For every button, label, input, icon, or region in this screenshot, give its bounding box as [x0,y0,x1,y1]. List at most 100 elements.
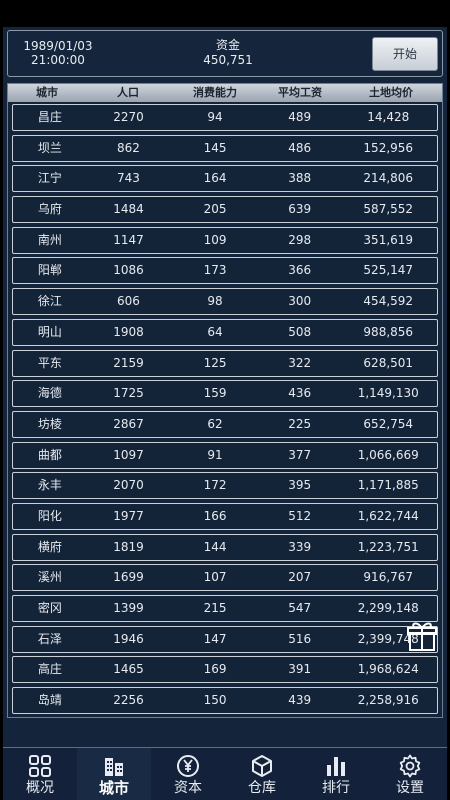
bottom-nav: 概况 城市 资本 仓库 排行 设置 [3,747,447,800]
table-row[interactable]: 密冈 1399 215 547 2,299,148 [12,595,438,622]
table-body: 昌庄 2270 94 489 14,428 坝兰 862 145 486 152,956 江宁 743… [12,104,438,718]
cell-land-price: 1,171,885 [357,478,419,493]
table-row[interactable]: 徐江 606 98 300 454,592 [12,288,438,316]
table-row[interactable]: 阳化 1977 166 512 1,622,744 [12,502,438,530]
column-header-avg-wage[interactable]: 平均工资 [260,84,340,102]
city-table: 城市 人口 消费能力 平均工资 土地均价 昌庄 2270 94 489 14,428 坝兰… [7,83,443,718]
table-row[interactable]: 昌庄 2270 94 489 14,428 [12,104,438,131]
nav-city[interactable]: 城市 [77,748,151,800]
cell-city-name: 横府 [37,539,62,554]
table-row[interactable]: 海德 1725 159 436 1,149,130 [12,380,438,408]
cell-population: 743 [117,171,140,186]
cell-city-name: 高庄 [37,662,62,677]
cell-consumption: 172 [203,478,227,493]
table-row[interactable]: 阳郸 1086 173 366 525,147 [12,257,438,285]
nav-warehouse[interactable]: 仓库 [225,748,299,800]
table-row[interactable]: 明山 1908 64 508 988,856 [12,318,438,346]
nav-ranking-label: 排行 [322,780,350,796]
cell-population: 1946 [113,631,144,646]
table-row[interactable]: 坝兰 862 145 486 152,956 [12,134,438,162]
table-row[interactable]: 岛靖 2256 150 439 2,258,916 [12,687,438,715]
column-header-population[interactable]: 人口 [86,84,170,102]
cell-population: 1819 [113,539,144,554]
cell-city-name: 平东 [37,355,62,370]
cell-land-price: 2,258,916 [357,693,419,708]
cell-population: 2256 [113,693,144,708]
cell-city-name: 永丰 [37,478,62,493]
table-row[interactable]: 乌府 1484 205 639 587,552 [12,196,438,224]
gift-icon[interactable] [405,619,439,653]
nav-capital-label: 资本 [174,780,202,796]
cell-city-name: 阳郸 [37,263,62,278]
cell-city-name: 岛靖 [37,693,62,708]
cell-population: 862 [117,140,140,155]
table-row[interactable]: 江宁 743 164 388 214,806 [12,165,438,193]
start-button[interactable]: 开始 [372,37,438,71]
nav-ranking[interactable]: 排行 [299,748,373,800]
cell-population: 2070 [113,478,144,493]
nav-overview-label: 概况 [26,780,54,796]
cell-population: 1147 [113,232,144,247]
cell-city-name: 密冈 [37,601,62,615]
cell-land-price: 525,147 [363,263,414,278]
fund-value: 450,751 [203,53,253,67]
app-screen: 1989/01/03 21:00:00 资金 450,751 开始 城市 人口 … [3,27,447,800]
cell-city-name: 坝兰 [37,140,62,155]
column-header-land-price[interactable]: 土地均价 [340,84,442,102]
cell-city-name: 阳化 [37,508,62,523]
cell-consumption: 159 [203,386,227,401]
table-row[interactable]: 高庄 1465 169 391 1,968,624 [12,656,438,684]
nav-capital[interactable]: 资本 [151,748,225,800]
table-header: 城市 人口 消费能力 平均工资 土地均价 [8,84,442,102]
cell-land-price: 14,428 [367,110,410,124]
cell-avg-wage: 388 [288,171,312,186]
cell-land-price: 1,968,624 [357,662,419,677]
cell-consumption: 205 [203,202,227,217]
nav-warehouse-label: 仓库 [248,780,276,796]
cell-avg-wage: 391 [288,662,312,677]
cell-city-name: 石泽 [37,631,62,646]
cell-avg-wage: 489 [288,110,312,124]
nav-settings-label: 设置 [396,780,424,796]
cell-land-price: 587,552 [363,202,414,217]
nav-city-label: 城市 [98,779,129,797]
cell-city-name: 江宁 [37,171,62,186]
cell-city-name: 乌府 [37,202,62,217]
cell-land-price: 988,856 [363,324,414,339]
table-row[interactable]: 溪州 1699 107 207 916,767 [12,564,438,592]
cell-avg-wage: 436 [288,386,312,401]
table-row[interactable]: 南州 1147 109 298 351,619 [12,226,438,254]
table-row[interactable]: 永丰 2070 172 395 1,171,885 [12,472,438,500]
table-row[interactable]: 坊棱 2867 62 225 652,754 [12,410,438,438]
cell-land-price: 916,767 [363,570,414,585]
table-row[interactable]: 横府 1819 144 339 1,223,751 [12,533,438,561]
column-header-city[interactable]: 城市 [8,84,86,102]
cell-avg-wage: 547 [288,601,312,615]
cell-avg-wage: 516 [288,631,312,646]
cell-consumption: 109 [203,232,227,247]
table-row[interactable]: 平东 2159 125 322 628,501 [12,349,438,377]
cell-avg-wage: 300 [288,294,312,309]
cell-population: 1908 [113,324,144,339]
ranking-bars-icon [327,757,345,776]
cell-city-name: 明山 [37,324,62,339]
settings-gear-icon [399,754,421,778]
cell-consumption: 125 [203,355,227,370]
cell-city-name: 海德 [37,386,62,401]
table-row[interactable]: 石泽 1946 147 516 2,399,748 [12,625,438,653]
warehouse-box-icon [252,755,272,777]
column-header-consumption[interactable]: 消费能力 [170,84,260,102]
cell-consumption: 215 [203,601,227,615]
table-row[interactable]: 曲都 1097 91 377 1,066,669 [12,441,438,469]
cell-avg-wage: 366 [288,263,312,278]
cell-land-price: 1,066,669 [357,447,419,462]
nav-overview[interactable]: 概况 [3,748,77,800]
game-datetime: 1989/01/03 21:00:00 [18,39,98,67]
cell-land-price: 1,223,751 [357,539,419,554]
cell-city-name: 曲都 [37,447,62,462]
cell-city-name: 坊棱 [37,416,62,431]
nav-settings[interactable]: 设置 [373,748,447,800]
cell-avg-wage: 377 [288,447,312,462]
city-buildings-icon [105,758,123,776]
cell-consumption: 164 [203,171,227,186]
